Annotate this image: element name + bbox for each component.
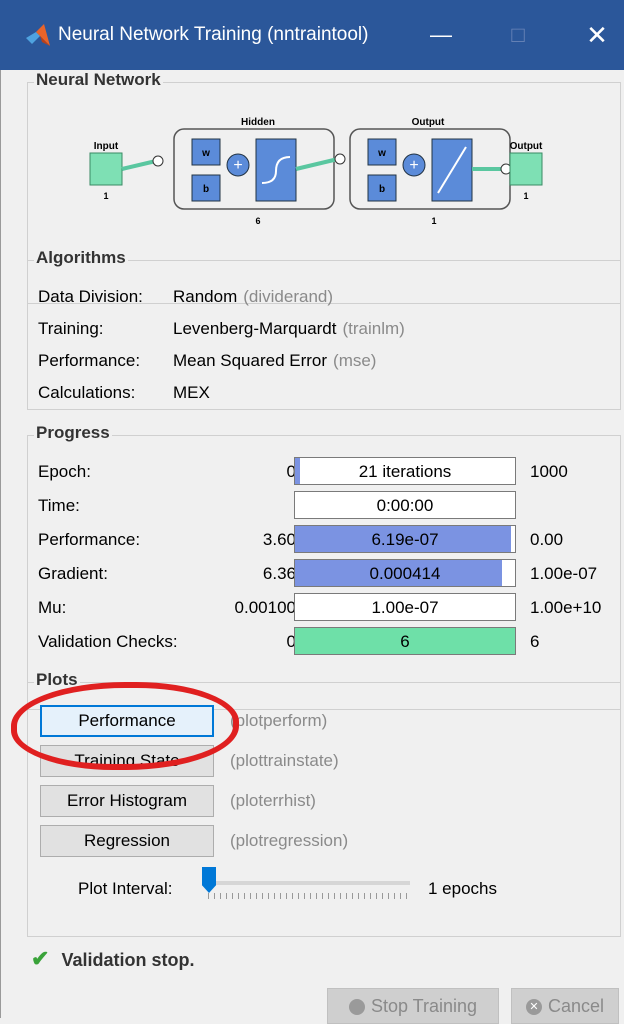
performance-plot-fn: (plotperform) xyxy=(230,711,328,730)
cancel-button[interactable]: ✕ Cancel xyxy=(511,988,619,1024)
algorithms-title: Algorithms xyxy=(34,248,128,268)
plot-interval-ticks xyxy=(208,893,410,899)
progress-title: Progress xyxy=(34,423,112,443)
progress-end: 1000 xyxy=(530,462,568,481)
minimize-button[interactable]: — xyxy=(418,14,464,56)
neural-network-title: Neural Network xyxy=(34,70,163,90)
output-layer-label: Output xyxy=(412,117,445,128)
algorithms-panel: Algorithms Data Division: Random (divider… xyxy=(27,248,621,410)
progress-bar: 1.00e-07 xyxy=(294,593,516,621)
window-client: Neural Network Input 1 Hidden w b + 6 Ou… xyxy=(0,70,624,1024)
input-node xyxy=(89,152,123,186)
progress-row: Validation Checks: 0 6 6 xyxy=(38,626,618,658)
hidden-label: Hidden xyxy=(241,117,275,128)
svg-text:+: + xyxy=(409,157,418,174)
progress-bar: 0.000414 xyxy=(294,559,516,587)
regression-plot-button[interactable]: Regression xyxy=(40,825,214,857)
alg-value: Levenberg-Marquardt (trainlm) xyxy=(173,319,405,338)
progress-bar: 21 iterations xyxy=(294,457,516,485)
window-title: Neural Network Training (nntraintool) xyxy=(58,24,369,45)
progress-bar: 6.19e-07 xyxy=(294,525,516,553)
alg-label: Data Division: xyxy=(38,287,143,306)
alg-label: Performance: xyxy=(38,351,141,370)
red-circle-annotation xyxy=(11,682,239,770)
progress-value: 21 iterations xyxy=(358,462,452,481)
input-connector xyxy=(152,155,164,167)
output-size: 1 xyxy=(523,191,528,201)
progress-label: Validation Checks: xyxy=(38,632,178,651)
status-line: ✔ Validation stop. xyxy=(31,946,194,972)
maximize-button[interactable]: □ xyxy=(495,14,541,56)
checkmark-icon: ✔ xyxy=(31,946,50,971)
output-node xyxy=(509,152,543,186)
alg-value: Mean Squared Error (mse) xyxy=(173,351,377,370)
progress-row: Mu: 0.00100 1.00e-07 1.00e+10 xyxy=(38,592,618,624)
progress-end: 0.00 xyxy=(530,530,564,549)
progress-value: 0:00:00 xyxy=(376,496,434,515)
progress-label: Mu: xyxy=(38,598,67,617)
progress-bar: 6 xyxy=(294,627,516,655)
alg-label: Training: xyxy=(38,319,104,338)
title-bar: Neural Network Training (nntraintool) — … xyxy=(0,0,624,70)
output-w: w xyxy=(377,148,386,159)
progress-value: 6.19e-07 xyxy=(371,530,439,549)
output-b: b xyxy=(379,184,385,195)
stop-training-button[interactable]: Stop Training xyxy=(327,988,499,1024)
error-histogram-plot-button[interactable]: Error Histogram xyxy=(40,785,214,817)
progress-row: Time: 0:00:00 xyxy=(38,490,618,522)
input-label: Input xyxy=(94,141,119,152)
progress-value: 0.000414 xyxy=(369,564,441,583)
cancel-label: Cancel xyxy=(547,996,605,1016)
hidden-size: 6 xyxy=(255,216,260,226)
cancel-icon: ✕ xyxy=(525,999,542,1016)
plot-interval-value: 1 epochs xyxy=(428,879,497,898)
progress-row: Performance: 3.60 6.19e-07 0.00 xyxy=(38,524,618,556)
status-text: Validation stop. xyxy=(61,950,195,970)
stop-training-label: Stop Training xyxy=(370,996,478,1016)
progress-end: 1.00e+10 xyxy=(530,598,602,617)
stop-icon xyxy=(348,999,365,1016)
progress-label: Gradient: xyxy=(38,564,108,583)
progress-end: 1.00e-07 xyxy=(530,564,598,583)
progress-start: 0.00100 xyxy=(234,598,296,617)
progress-panel: Progress Epoch: 0 21 iterations 1000 Time: 0:… xyxy=(27,423,621,710)
progress-end: 6 xyxy=(530,632,540,651)
matlab-icon xyxy=(26,24,50,46)
error-histogram-plot-fn: (ploterrhist) xyxy=(230,791,316,810)
training-state-plot-fn: (plottrainstate) xyxy=(230,751,339,770)
progress-bar: 0:00:00 xyxy=(294,491,516,519)
plot-interval-label: Plot Interval: xyxy=(78,879,173,898)
input-arrow xyxy=(121,159,157,171)
output-layer-size: 1 xyxy=(431,216,436,226)
alg-label: Calculations: xyxy=(38,383,136,402)
plot-interval-slider[interactable] xyxy=(202,867,216,893)
progress-value: 1.00e-07 xyxy=(371,598,439,617)
svg-text:+: + xyxy=(233,157,242,174)
progress-start: 6.36 xyxy=(262,564,296,583)
progress-label: Epoch: xyxy=(38,462,91,481)
progress-value: 6 xyxy=(400,632,410,651)
plot-interval-track[interactable] xyxy=(206,881,410,885)
progress-start: 3.60 xyxy=(262,530,296,549)
output-label: Output xyxy=(510,141,543,152)
input-size: 1 xyxy=(103,191,108,201)
progress-label: Performance: xyxy=(38,530,141,549)
hidden-w: w xyxy=(201,148,210,159)
regression-plot-fn: (plotregression) xyxy=(230,831,349,850)
alg-value: Random (dividerand) xyxy=(173,287,334,306)
progress-row: Gradient: 6.36 0.000414 1.00e-07 xyxy=(38,558,618,590)
hidden-b: b xyxy=(203,184,209,195)
close-button[interactable]: ✕ xyxy=(574,14,620,56)
network-diagram: Input 1 Hidden w b + 6 Output w b + 1 Ou… xyxy=(89,117,543,226)
progress-row: Epoch: 0 21 iterations 1000 xyxy=(38,456,618,488)
progress-label: Time: xyxy=(38,496,80,515)
alg-value: MEX xyxy=(173,383,210,402)
